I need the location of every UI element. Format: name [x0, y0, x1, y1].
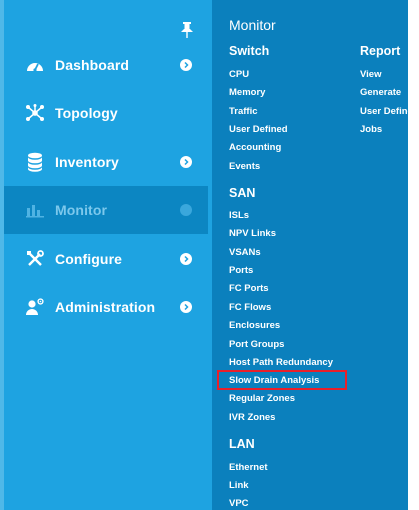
highlight-box: [217, 370, 347, 390]
link-fc-ports[interactable]: FC Ports: [229, 283, 269, 294]
lan-heading: LAN: [229, 437, 255, 451]
report-heading: Report: [360, 44, 401, 58]
pin-icon[interactable]: [180, 21, 194, 39]
link-memory[interactable]: Memory: [229, 87, 265, 98]
link-link[interactable]: Link: [229, 480, 249, 491]
submenu-title: Monitor: [229, 17, 276, 33]
sidebar-item-label: Monitor: [55, 202, 108, 218]
chevron-right-icon: [180, 156, 192, 168]
link-fc-flows[interactable]: FC Flows: [229, 302, 271, 313]
admin-user-icon: [24, 296, 46, 318]
sidebar-item-label: Configure: [55, 251, 123, 267]
chevron-right-icon: [180, 301, 192, 313]
chevron-right-icon: [180, 59, 192, 71]
link-ivr-zones[interactable]: IVR Zones: [229, 412, 275, 423]
link-report-user-defined[interactable]: User Defined: [360, 106, 408, 117]
sidebar-item-monitor[interactable]: Monitor: [4, 186, 208, 234]
link-ports[interactable]: Ports: [229, 265, 253, 276]
link-user-defined[interactable]: User Defined: [229, 124, 288, 135]
monitor-submenu: Monitor Switch Report CPU Memory Traffic…: [212, 0, 408, 510]
sidebar-item-label: Administration: [55, 299, 156, 315]
switch-heading: Switch: [229, 44, 270, 58]
chevron-right-icon: [180, 253, 192, 265]
sidebar-item-dashboard[interactable]: Dashboard: [4, 41, 208, 89]
link-report-view[interactable]: View: [360, 69, 381, 80]
sidebar-item-inventory[interactable]: Inventory: [4, 138, 208, 186]
link-events[interactable]: Events: [229, 161, 260, 172]
link-regular-zones[interactable]: Regular Zones: [229, 393, 295, 404]
link-isls[interactable]: ISLs: [229, 210, 249, 221]
sidebar-item-configure[interactable]: Configure: [4, 235, 208, 283]
sidebar-item-label: Inventory: [55, 154, 119, 170]
sidebar-item-label: Topology: [55, 105, 118, 121]
link-host-path-redundancy[interactable]: Host Path Redundancy: [229, 357, 333, 368]
dashboard-icon: [24, 54, 46, 76]
san-heading: SAN: [229, 186, 256, 200]
sidebar-item-topology[interactable]: Topology: [4, 89, 208, 137]
link-port-groups[interactable]: Port Groups: [229, 339, 284, 350]
link-accounting[interactable]: Accounting: [229, 142, 281, 153]
link-vpc[interactable]: VPC: [229, 498, 249, 509]
link-vsans[interactable]: VSANs: [229, 247, 261, 258]
tools-icon: [24, 248, 46, 270]
link-npv-links[interactable]: NPV Links: [229, 228, 276, 239]
link-cpu[interactable]: CPU: [229, 69, 249, 80]
bar-chart-icon: [24, 199, 46, 221]
link-ethernet[interactable]: Ethernet: [229, 462, 268, 473]
topology-icon: [24, 102, 46, 124]
link-report-generate[interactable]: Generate: [360, 87, 401, 98]
link-report-jobs[interactable]: Jobs: [360, 124, 382, 135]
database-icon: [24, 151, 46, 173]
chevron-right-icon: [180, 204, 192, 216]
link-enclosures[interactable]: Enclosures: [229, 320, 280, 331]
link-traffic[interactable]: Traffic: [229, 106, 258, 117]
navigation-panel: Dashboard Topology Inventory Monitor Con…: [0, 0, 408, 510]
sidebar-item-label: Dashboard: [55, 57, 130, 73]
sidebar-item-administration[interactable]: Administration: [4, 283, 208, 331]
